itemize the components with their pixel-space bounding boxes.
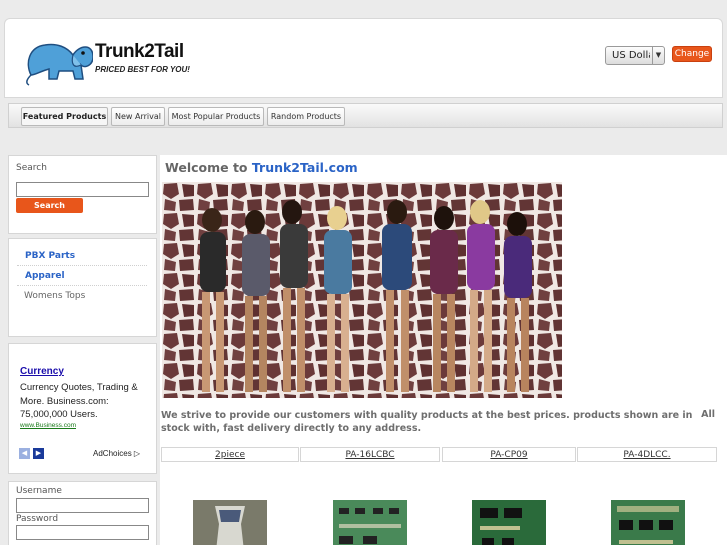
tab-new-arrival[interactable]: New Arrival: [111, 107, 165, 126]
change-currency-button[interactable]: Change: [672, 46, 712, 62]
ad-panel: Currency Currency Quotes, Trading & More…: [8, 343, 157, 474]
category-panel: PBX Parts Apparel Womens Tops: [8, 238, 157, 337]
category-apparel[interactable]: Apparel: [17, 266, 147, 286]
ad-next-arrow-icon[interactable]: ▶: [33, 448, 44, 459]
product-link-pa-16lcbc[interactable]: PA-16LCBC: [300, 447, 440, 462]
password-input[interactable]: [16, 525, 149, 540]
chevron-down-icon: ▼: [652, 47, 664, 64]
logo-wordmark: Trunk2Tail: [95, 41, 184, 62]
adchoices-label: AdChoices: [93, 449, 132, 458]
site-header: Trunk2Tail PRICED BEST FOR YOU! US Dolla…: [4, 18, 723, 98]
category-pbx-parts[interactable]: PBX Parts: [17, 246, 147, 266]
main-content: Welcome to Trunk2Tail.com We strive to p…: [160, 155, 727, 545]
tab-featured-products[interactable]: Featured Products: [21, 107, 108, 126]
welcome-prefix: Welcome to: [165, 160, 252, 175]
ad-prev-arrow-icon[interactable]: ◀: [19, 448, 30, 459]
product-link-2piece[interactable]: 2piece: [161, 447, 299, 462]
ad-description: Currency Quotes, Trading & More. Busines…: [20, 382, 138, 420]
product-tabs: Featured Products New Arrival Most Popul…: [8, 103, 723, 128]
adchoices-icon: ▷: [133, 449, 141, 458]
ad-url-link[interactable]: www.Business.com: [20, 422, 76, 429]
tab-most-popular-products[interactable]: Most Popular Products: [168, 107, 264, 126]
page-title: Welcome to Trunk2Tail.com: [165, 160, 358, 175]
tab-random-products[interactable]: Random Products: [267, 107, 345, 126]
product-image-pa-16lcbc[interactable]: [333, 500, 407, 545]
elephant-logo-icon: [26, 43, 94, 86]
site-logo[interactable]: Trunk2Tail PRICED BEST FOR YOU!: [23, 35, 203, 87]
username-input[interactable]: [16, 498, 149, 513]
product-link-pa-cp09[interactable]: PA-CP09: [442, 447, 576, 462]
page: Trunk2Tail PRICED BEST FOR YOU! US Dolla…: [0, 0, 727, 545]
ad-title-link[interactable]: Currency: [20, 366, 64, 377]
adchoices-link[interactable]: AdChoices ▷: [93, 449, 140, 458]
intro-all-text: All: [701, 409, 715, 420]
currency-select[interactable]: US Dollar ▼: [605, 46, 665, 65]
product-link-pa-4dlcc[interactable]: PA-4DLCC.: [577, 447, 717, 462]
category-womens-tops[interactable]: Womens Tops: [17, 286, 147, 306]
currency-select-value: US Dollar: [612, 50, 650, 61]
logo-tagline: PRICED BEST FOR YOU!: [95, 65, 190, 74]
search-panel: Search Search: [8, 155, 157, 234]
intro-text: We strive to provide our customers with …: [161, 410, 693, 434]
search-input[interactable]: [16, 182, 149, 197]
product-image-2piece[interactable]: [193, 500, 267, 545]
search-button[interactable]: Search: [16, 198, 83, 213]
search-label: Search: [16, 163, 47, 173]
password-label: Password: [16, 514, 59, 524]
login-panel: Username Password: [8, 481, 157, 545]
product-image-pa-cp09[interactable]: [472, 500, 546, 545]
banner-image: [162, 182, 562, 398]
username-label: Username: [16, 486, 62, 496]
welcome-brand: Trunk2Tail.com: [251, 160, 358, 175]
product-image-pa-4dlcc[interactable]: [611, 500, 685, 545]
